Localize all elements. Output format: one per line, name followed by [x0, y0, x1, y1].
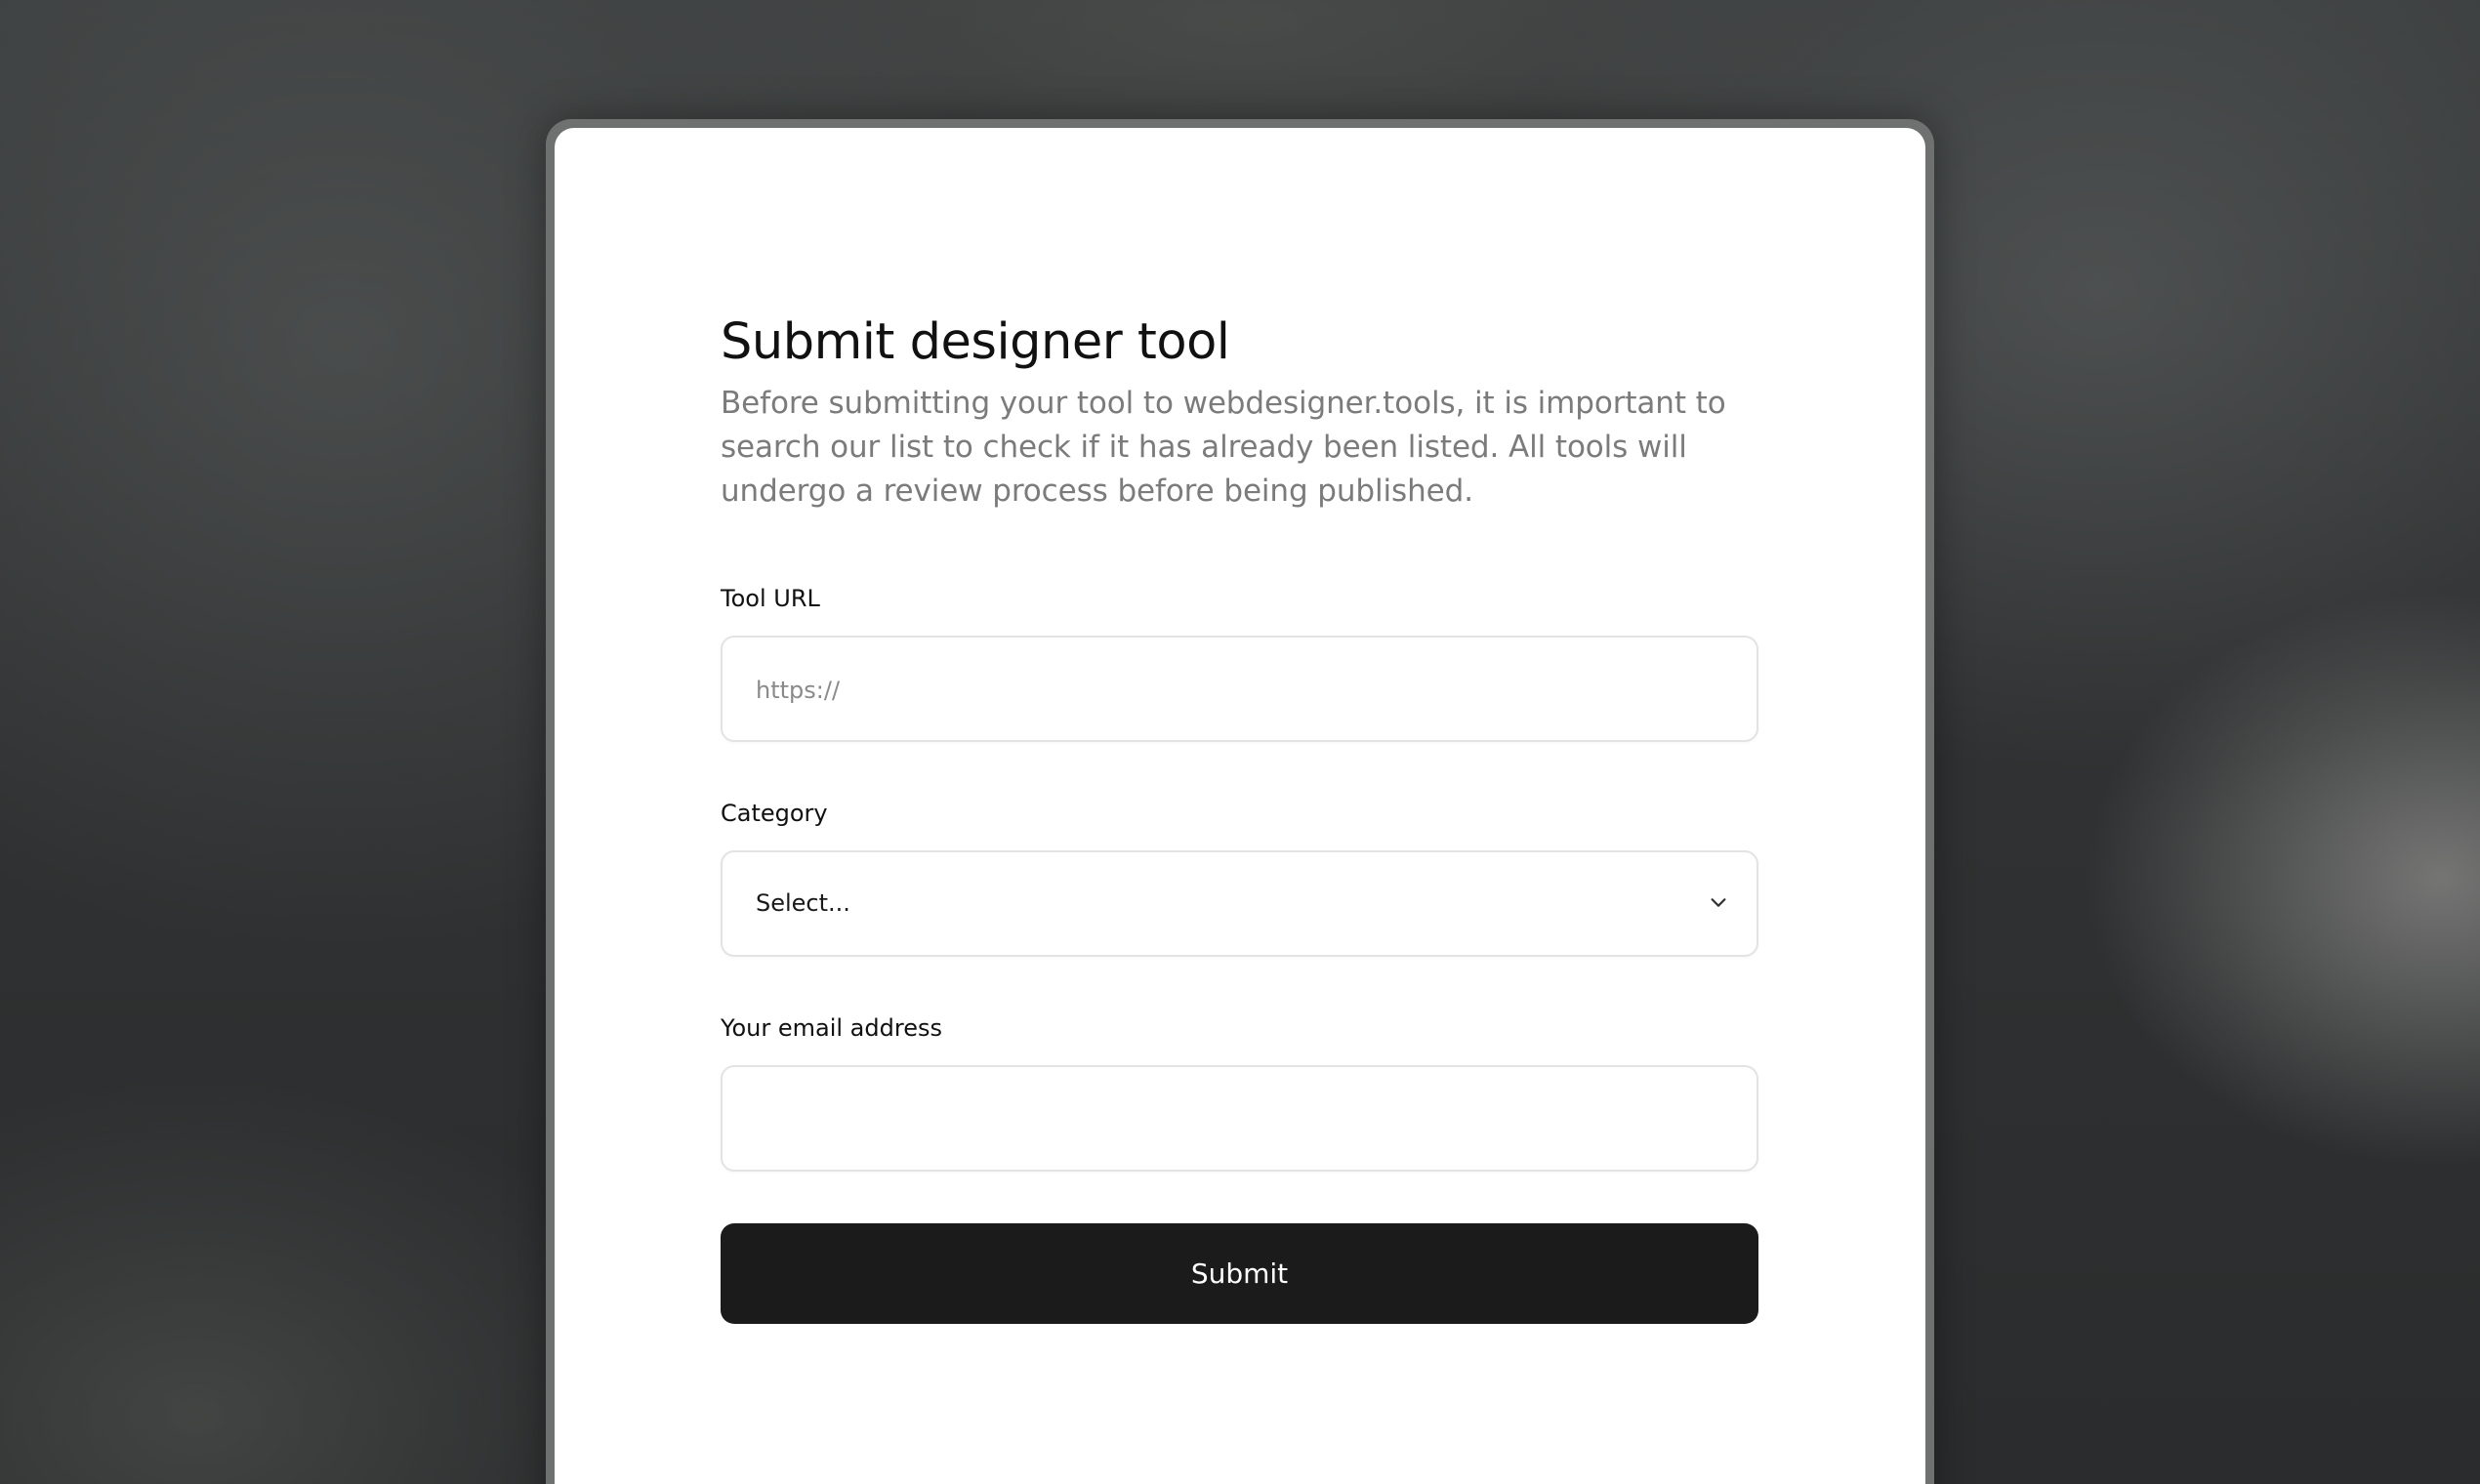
category-selected-value: Select... [756, 889, 850, 917]
email-field[interactable] [721, 1065, 1758, 1172]
tool-url-input[interactable] [754, 638, 1724, 742]
page-title: Submit designer tool [721, 313, 1230, 371]
tool-url-field[interactable] [721, 636, 1758, 742]
submit-tool-modal: Submit designer tool Before submitting y… [555, 128, 1925, 1484]
form-description: Before submitting your tool to webdesign… [721, 386, 1726, 509]
category-label: Category [721, 800, 828, 827]
submit-button[interactable]: Submit [721, 1223, 1758, 1324]
email-input[interactable] [754, 1067, 1724, 1172]
chevron-down-icon [1711, 898, 1726, 907]
tool-url-label: Tool URL [721, 585, 820, 612]
category-select[interactable]: Select... [721, 850, 1758, 957]
email-label: Your email address [721, 1014, 942, 1042]
submit-tool-form: Submit designer tool Before submitting y… [721, 313, 1758, 1324]
